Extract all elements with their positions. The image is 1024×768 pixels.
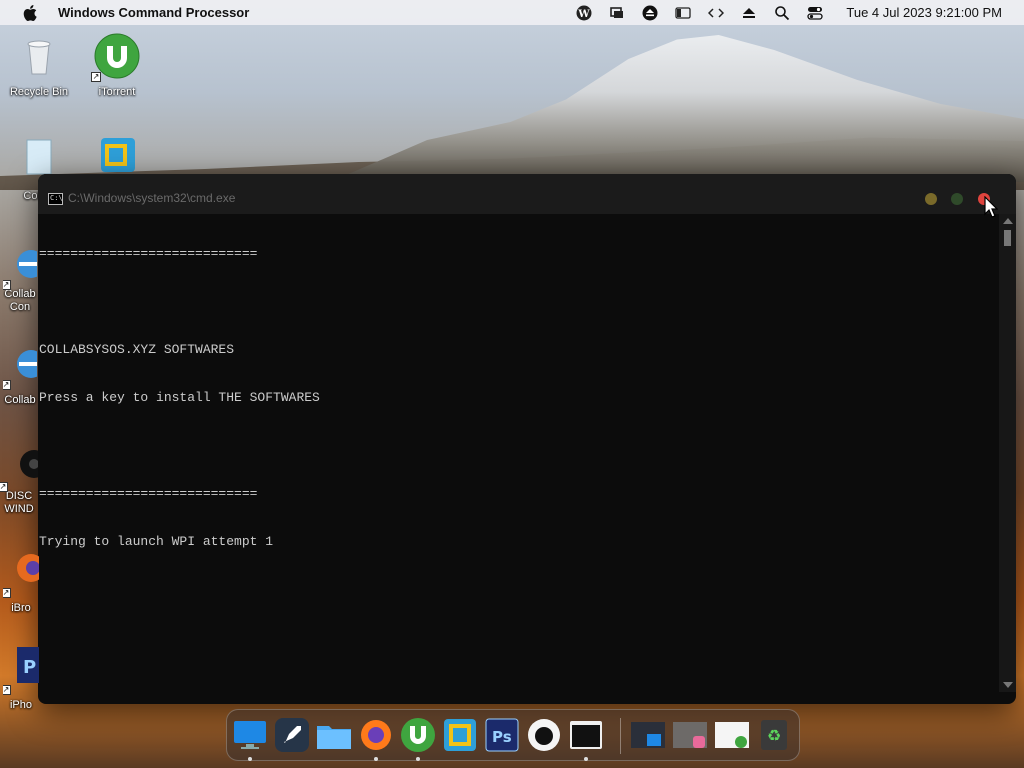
- apple-menu-icon[interactable]: [21, 4, 39, 22]
- desktop-icon-label: iTorrent: [98, 86, 136, 98]
- cmd-app-icon: C:\: [48, 193, 63, 205]
- trash-icon[interactable]: ♻: [755, 716, 793, 754]
- mouse-pointer-icon: [984, 195, 999, 218]
- running-indicator: [248, 757, 252, 761]
- firefox-icon: ↗: [3, 548, 39, 598]
- utorrent-icon: ↗: [91, 32, 141, 82]
- wordpress-icon[interactable]: W: [574, 4, 594, 22]
- desktop-icon-label: Collab: [4, 394, 36, 406]
- vmware-icon: [93, 132, 141, 180]
- apple-icon[interactable]: [525, 716, 563, 754]
- running-indicator: [416, 757, 420, 761]
- status-area: W Tue 4 Jul 2023 9:21:00 PM: [574, 0, 1002, 25]
- eject-circle-icon[interactable]: [640, 4, 660, 22]
- wallpaper-mountain: [330, 35, 1024, 182]
- desktop-icon-discord[interactable]: ↗ DISC WIND: [0, 442, 38, 516]
- dock-separator: [620, 718, 621, 754]
- recycle-bin-icon: [15, 32, 63, 80]
- minimize-button[interactable]: [925, 193, 937, 205]
- sidebar-icon[interactable]: [673, 4, 693, 22]
- desktop-icon-itorrent[interactable]: ↗ iTorrent: [81, 32, 153, 98]
- window-thumbnail-1[interactable]: [629, 716, 667, 754]
- internet-explorer-icon: ↗: [3, 240, 37, 290]
- desktop-icon-label: iBro: [11, 602, 31, 614]
- maximize-button[interactable]: [951, 193, 963, 205]
- running-indicator: [584, 757, 588, 761]
- console-line: COLLABSYSOS.XYZ SOFTWARES: [39, 342, 235, 357]
- dock: Ps ♻: [226, 709, 800, 761]
- console-output[interactable]: ============================ COLLABSYSOS…: [39, 214, 997, 694]
- scroll-up-arrow-icon[interactable]: [1003, 218, 1013, 224]
- vmware-icon[interactable]: [441, 716, 479, 754]
- desktop-icon-collab-ie[interactable]: ↗ Collab: [3, 340, 37, 406]
- console-line: ============================: [39, 486, 258, 501]
- desktop-icon-iphoto[interactable]: P ↗ iPho: [3, 645, 39, 711]
- eject-icon[interactable]: [739, 4, 759, 22]
- terminal-icon[interactable]: [567, 716, 605, 754]
- display-icon[interactable]: [607, 4, 627, 22]
- console-line: Trying to launch WPI attempt 1: [39, 534, 274, 549]
- scroll-down-arrow-icon[interactable]: [1003, 682, 1013, 688]
- search-icon[interactable]: [772, 4, 792, 22]
- window-thumbnail-2[interactable]: [671, 716, 709, 754]
- window-thumbnail-3[interactable]: [713, 716, 751, 754]
- svg-text:P: P: [23, 657, 36, 678]
- internet-explorer-icon: ↗: [3, 340, 37, 390]
- desktop-icon-recycle-bin[interactable]: Recycle Bin: [3, 32, 75, 98]
- running-indicator: [374, 757, 378, 761]
- desktop-icon-label: Recycle Bin: [9, 86, 69, 98]
- utorrent-icon[interactable]: [399, 716, 437, 754]
- desktop-icon-vmware[interactable]: [81, 132, 153, 180]
- firefox-icon[interactable]: [357, 716, 395, 754]
- console-line: ============================: [39, 246, 258, 261]
- photoshop-icon[interactable]: Ps: [483, 716, 521, 754]
- desktop-icon-collab-con[interactable]: ↗ Collab Con: [3, 240, 37, 314]
- desktop-icon-label: DISC WIND: [4, 490, 34, 515]
- svg-text:W: W: [578, 9, 591, 20]
- desktop-icon-label: iPho: [9, 699, 33, 711]
- cmd-window[interactable]: C:\ C:\Windows\system32\cmd.exe ========…: [38, 174, 1016, 704]
- launchpad-icon[interactable]: [273, 716, 311, 754]
- folder-icon[interactable]: [315, 716, 353, 754]
- menu-clock[interactable]: Tue 4 Jul 2023 9:21:00 PM: [846, 5, 1002, 20]
- cmd-titlebar[interactable]: C:\ C:\Windows\system32\cmd.exe: [38, 174, 1016, 214]
- menu-bar: Windows Command Processor W Tue 4 Jul 20…: [0, 0, 1024, 25]
- console-scrollbar[interactable]: [999, 214, 1016, 692]
- desktop-icon-ibrowser[interactable]: ↗ iBro: [3, 548, 39, 614]
- cmd-window-title: C:\Windows\system32\cmd.exe: [68, 191, 236, 205]
- disc-icon: ↗: [0, 442, 38, 492]
- photoshop-icon: P ↗: [3, 645, 39, 695]
- scrollbar-thumb[interactable]: [1004, 230, 1011, 246]
- console-line: Press a key to install THE SOFTWARES: [39, 390, 320, 405]
- control-center-icon[interactable]: [805, 4, 825, 22]
- svg-text:♻: ♻: [767, 726, 781, 745]
- finder-icon[interactable]: [231, 716, 269, 754]
- active-app-name[interactable]: Windows Command Processor: [58, 5, 249, 20]
- svg-text:Ps: Ps: [492, 728, 512, 746]
- code-icon[interactable]: [706, 4, 726, 22]
- desktop-icon-label: Collab Con: [4, 288, 36, 313]
